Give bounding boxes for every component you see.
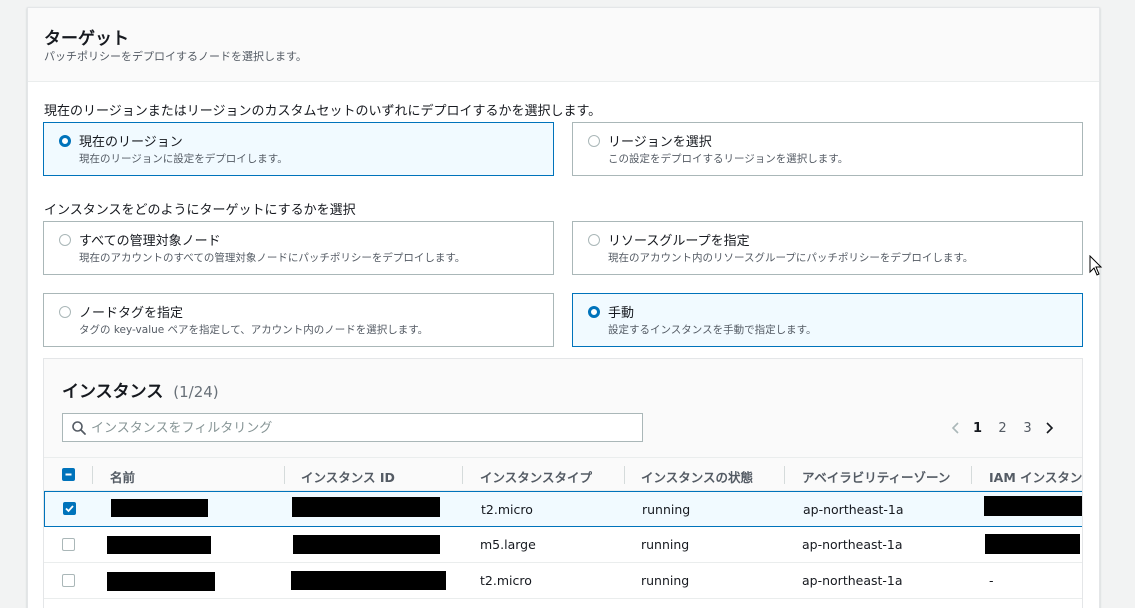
column-header-instance-type[interactable]: インスタンスタイプ [480, 467, 592, 486]
column-separator [462, 466, 463, 484]
cell-instance-state: running [641, 573, 690, 588]
tile-resource-group[interactable]: リソースグループを指定 現在のアカウント内のリソースグループにパッチポリシーをデ… [572, 221, 1083, 275]
cell-instance-type: m5.large [480, 537, 536, 552]
instances-count: (1/24) [173, 383, 219, 401]
redacted-name [107, 536, 211, 554]
instance-filter[interactable] [62, 413, 643, 442]
page-3[interactable]: 3 [1015, 421, 1040, 436]
redacted-name [111, 499, 208, 517]
table-header: 名前 インスタンス ID インスタンスタイプ インスタンスの状態 アベイラビリテ… [44, 457, 1082, 491]
tile-manual[interactable]: 手動 設定するインスタンスを手動で指定します。 [572, 293, 1083, 347]
column-separator [784, 466, 785, 484]
table-row[interactable]: t2.micro running ap-northeast-1a [44, 491, 1082, 527]
search-icon [72, 421, 86, 435]
radio-current-region[interactable] [59, 135, 71, 147]
tile-description: この設定をデプロイするリージョンを選択します。 [608, 153, 849, 165]
redacted-name [107, 572, 215, 591]
redacted-instance-id [292, 497, 440, 517]
tile-description: 設定するインスタンスを手動で指定します。 [608, 324, 817, 336]
tile-select-region[interactable]: リージョンを選択 この設定をデプロイするリージョンを選択します。 [572, 122, 1083, 176]
row-checkbox[interactable] [63, 502, 76, 515]
radio-resource-group[interactable] [588, 234, 600, 246]
table-row[interactable]: t2.micro running ap-northeast-1a - [44, 563, 1082, 599]
radio-manual[interactable] [588, 306, 600, 318]
radio-node-tags[interactable] [59, 306, 71, 318]
tile-description: 現在のアカウント内のリソースグループにパッチポリシーをデプロイします。 [608, 252, 974, 264]
cell-instance-state: running [641, 537, 690, 552]
chevron-right-icon[interactable] [1040, 419, 1058, 437]
redacted-instance-id [293, 535, 440, 554]
target-section-label: インスタンスをどのようにターゲットにするかを選択 [44, 203, 356, 218]
tile-current-region[interactable]: 現在のリージョン 現在のリージョンに設定をデプロイします。 [43, 122, 554, 176]
chevron-left-icon[interactable] [947, 419, 965, 437]
region-section-label: 現在のリージョンまたはリージョンのカスタムセットのいずれにデプロイするかを選択し… [44, 104, 602, 119]
cell-availability-zone: ap-northeast-1a [802, 537, 903, 552]
card-header: ターゲット パッチポリシーをデプロイするノードを選択します。 [28, 8, 1099, 82]
instances-title: インスタンス (1/24) [62, 377, 219, 402]
row-checkbox[interactable] [62, 574, 75, 587]
tile-title: すべての管理対象ノード [79, 234, 221, 249]
page: ターゲット パッチポリシーをデプロイするノードを選択します。 現在のリージョンま… [0, 0, 1135, 608]
row-checkbox[interactable] [62, 538, 75, 551]
column-separator [971, 466, 972, 484]
cell-instance-type: t2.micro [480, 573, 532, 588]
column-header-instance-state[interactable]: インスタンスの状態 [641, 467, 753, 486]
tile-title: リソースグループを指定 [608, 234, 750, 249]
column-header-iam[interactable]: IAM インスタンス [989, 467, 1082, 486]
cell-iam-role: - [989, 573, 994, 588]
column-separator [284, 466, 285, 484]
tile-description: 現在のリージョンに設定をデプロイします。 [79, 153, 288, 165]
tile-description: 現在のアカウントのすべての管理対象ノードにパッチポリシーをデプロイします。 [79, 252, 466, 264]
instance-filter-input[interactable] [91, 418, 631, 438]
redacted-iam [985, 534, 1080, 554]
tile-title: 手動 [608, 306, 635, 321]
column-header-availability-zone[interactable]: アベイラビリティーゾーン [802, 467, 950, 486]
page-1[interactable]: 1 [965, 421, 990, 436]
tile-title: 現在のリージョン [79, 135, 183, 150]
redacted-iam [984, 496, 1082, 516]
mouse-cursor-icon [1089, 255, 1103, 276]
cell-availability-zone: ap-northeast-1a [802, 573, 903, 588]
column-separator [92, 466, 93, 484]
radio-select-region[interactable] [588, 135, 600, 147]
column-header-name[interactable]: 名前 [110, 467, 135, 486]
redacted-instance-id [291, 571, 446, 590]
cell-instance-state: running [642, 502, 691, 517]
card-title: ターゲット [44, 29, 129, 49]
instances-heading: インスタンス [62, 382, 164, 402]
pagination: 1 2 3 [947, 418, 1058, 438]
instances-panel: インスタンス (1/24) 1 2 3 [43, 358, 1083, 608]
table-row[interactable]: m5.large running ap-northeast-1a [44, 527, 1082, 563]
tile-title: リージョンを選択 [608, 135, 712, 150]
column-separator [624, 466, 625, 484]
cell-instance-type: t2.micro [481, 502, 533, 517]
cell-availability-zone: ap-northeast-1a [803, 502, 904, 517]
tile-all-managed-nodes[interactable]: すべての管理対象ノード 現在のアカウントのすべての管理対象ノードにパッチポリシー… [43, 221, 554, 275]
radio-all-managed-nodes[interactable] [59, 234, 71, 246]
tile-node-tags[interactable]: ノードタグを指定 タグの key-value ペアを指定して、アカウント内のノー… [43, 293, 554, 347]
page-2[interactable]: 2 [990, 421, 1015, 436]
target-card: ターゲット パッチポリシーをデプロイするノードを選択します。 現在のリージョンま… [27, 7, 1100, 608]
tile-title: ノードタグを指定 [79, 306, 184, 321]
select-all-checkbox[interactable] [62, 468, 75, 481]
column-header-instance-id[interactable]: インスタンス ID [301, 467, 395, 486]
card-description: パッチポリシーをデプロイするノードを選択します。 [44, 50, 307, 63]
table-row[interactable] [44, 599, 1082, 608]
tile-description: タグの key-value ペアを指定して、アカウント内のノードを選択します。 [79, 324, 429, 336]
